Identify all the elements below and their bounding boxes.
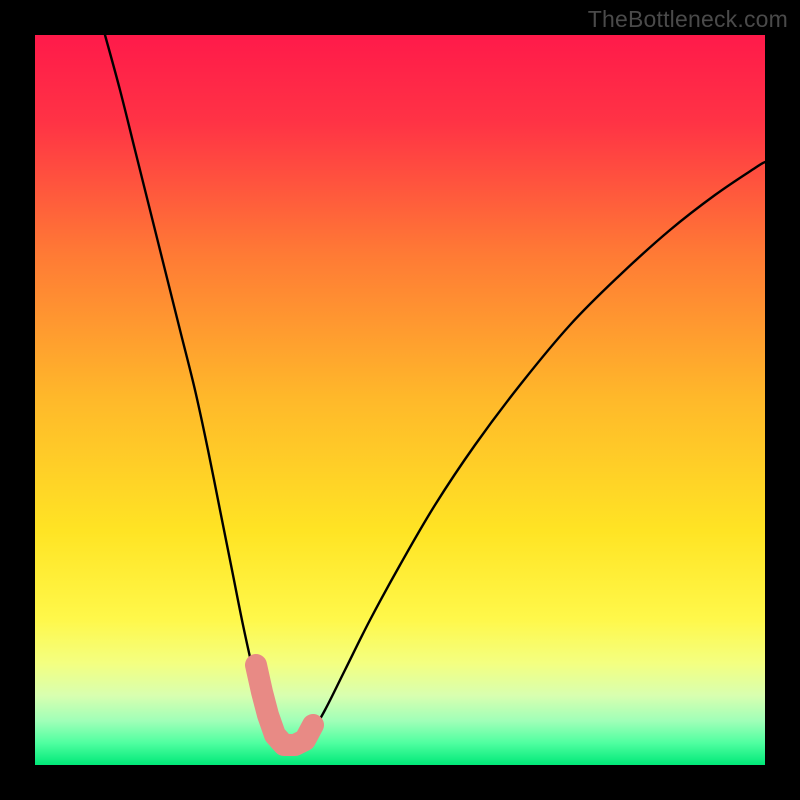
plot-area [35,35,765,765]
bottleneck-chart [0,0,800,800]
chart-container: TheBottleneck.com [0,0,800,800]
watermark-text: TheBottleneck.com [588,6,788,33]
